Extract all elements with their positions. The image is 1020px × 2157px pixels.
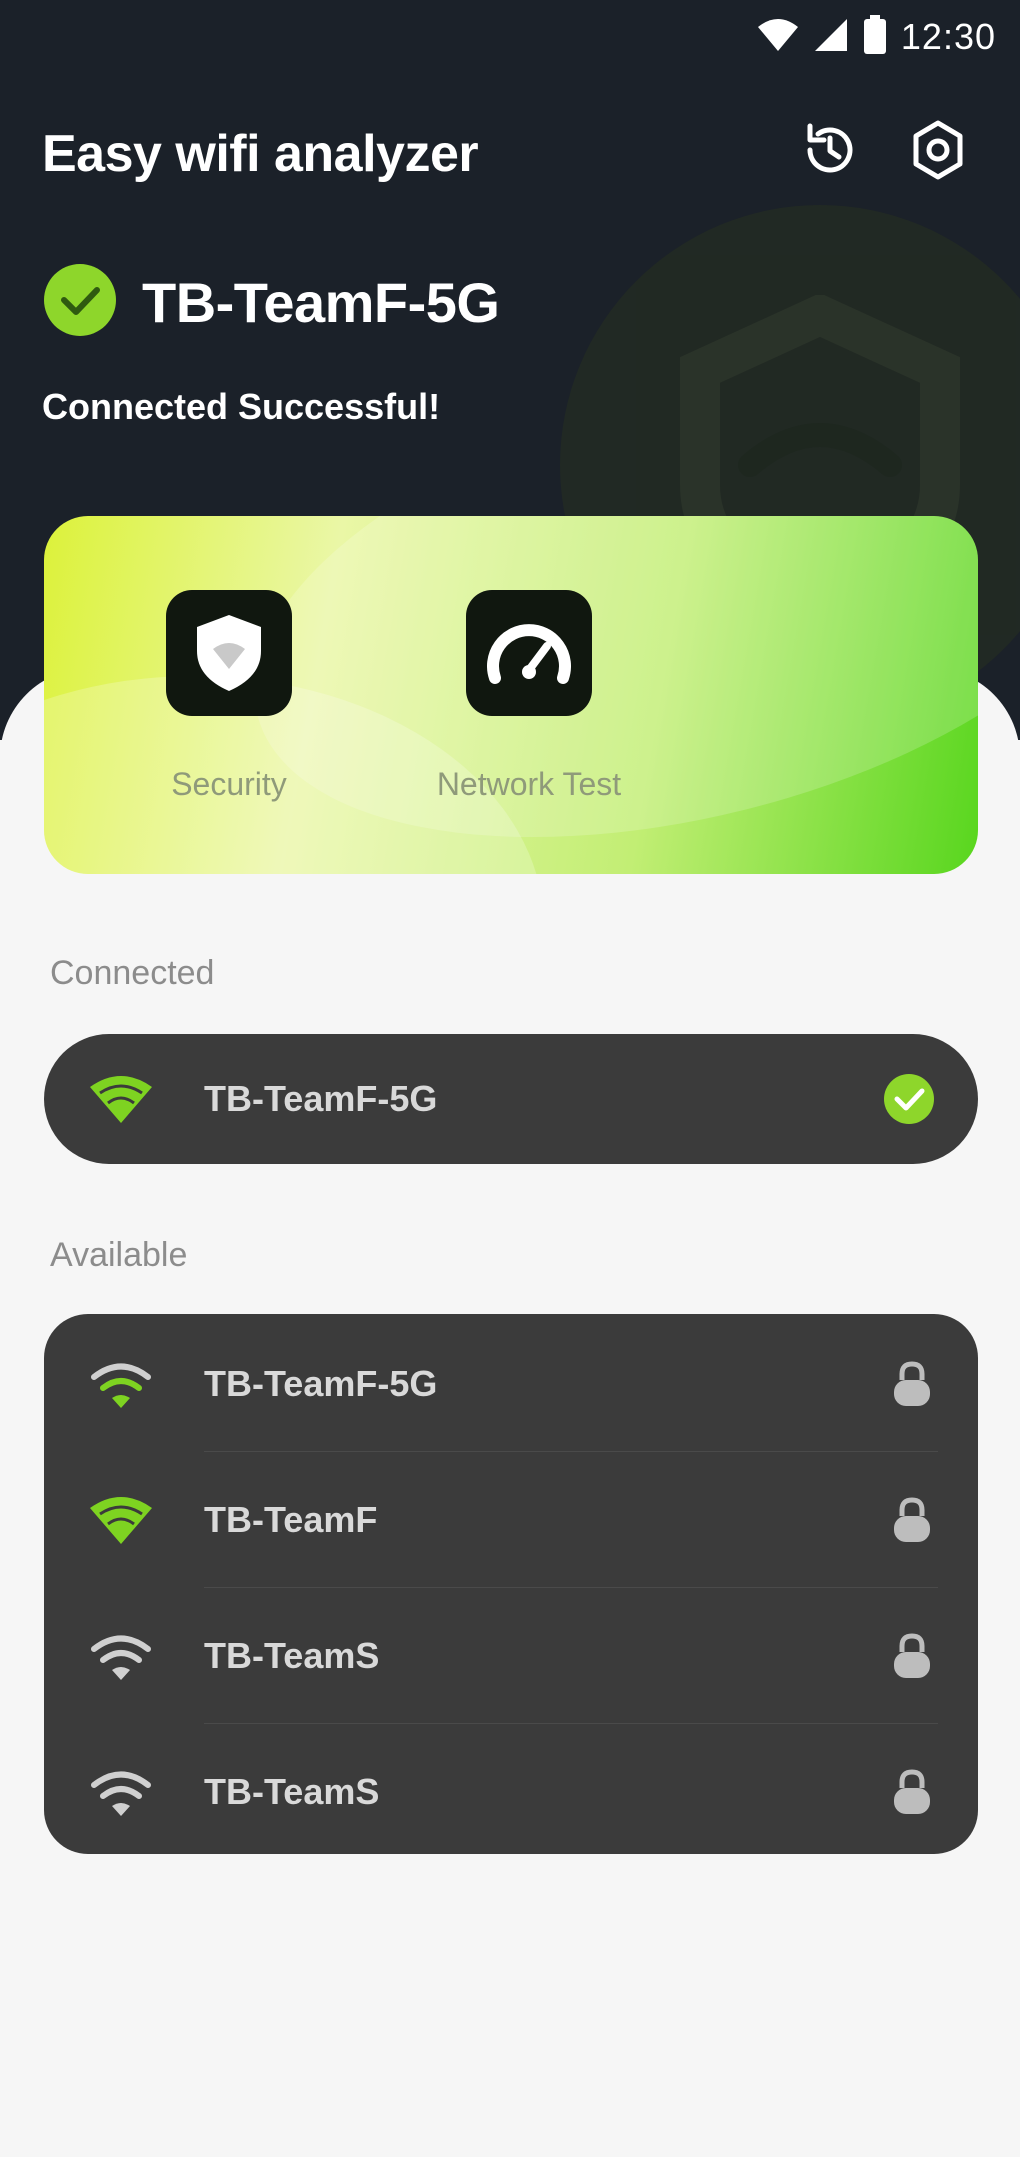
settings-button[interactable] [902,116,974,188]
wifi-icon [757,17,799,58]
security-label: Security [171,766,287,802]
wifi-icon [86,1764,156,1820]
network-test-label: Network Test [436,766,622,802]
screen: 12:30 Easy wifi analyzer TB-TeamF-5G Con… [0,0,1020,2157]
available-network-ssid: TB-TeamF [204,1499,378,1540]
wifi-icon [86,1356,156,1412]
cell-signal-icon [813,17,849,58]
lock-icon [890,1496,934,1544]
connected-network-ssid: TB-TeamF-5G [204,1078,438,1119]
available-network-row[interactable]: TB-TeamF-5G [44,1316,978,1452]
available-network-ssid: TB-TeamS [204,1771,380,1812]
wifi-icon [86,1492,156,1548]
lock-icon [890,1360,934,1408]
connection-status: Connected Successful! [42,386,441,427]
check-circle-icon [882,1072,936,1126]
battery-icon [863,14,887,60]
available-network-row[interactable]: TB-TeamF [44,1452,978,1588]
available-network-ssid: TB-TeamS [204,1635,380,1676]
lock-icon [890,1768,934,1816]
status-bar: 12:30 [757,10,996,64]
available-network-list: TB-TeamF-5G TB-TeamF TB-TeamS TB-TeamS [44,1314,978,1854]
history-button[interactable] [794,116,866,188]
status-time: 12:30 [900,16,996,57]
security-feature-button[interactable]: Security [124,590,334,803]
available-section-label: Available [50,1236,188,1274]
speedometer-icon [466,590,592,716]
network-test-feature-button[interactable]: Network Test [384,590,674,803]
available-network-row[interactable]: TB-TeamS [44,1724,978,1860]
connected-section-label: Connected [50,954,215,992]
connected-ssid: TB-TeamF-5G [142,271,500,334]
available-network-row[interactable]: TB-TeamS [44,1588,978,1724]
wifi-icon [86,1071,156,1127]
lock-icon [890,1632,934,1680]
connected-check-icon [42,262,118,338]
history-icon [798,118,862,187]
shield-wifi-icon [166,590,292,716]
app-title: Easy wifi analyzer [42,125,479,183]
settings-icon [906,118,970,187]
wifi-icon [86,1628,156,1684]
connected-network-row[interactable]: TB-TeamF-5G [44,1034,978,1164]
available-network-ssid: TB-TeamF-5G [204,1363,438,1404]
feature-card: Security Network Test [44,516,978,874]
